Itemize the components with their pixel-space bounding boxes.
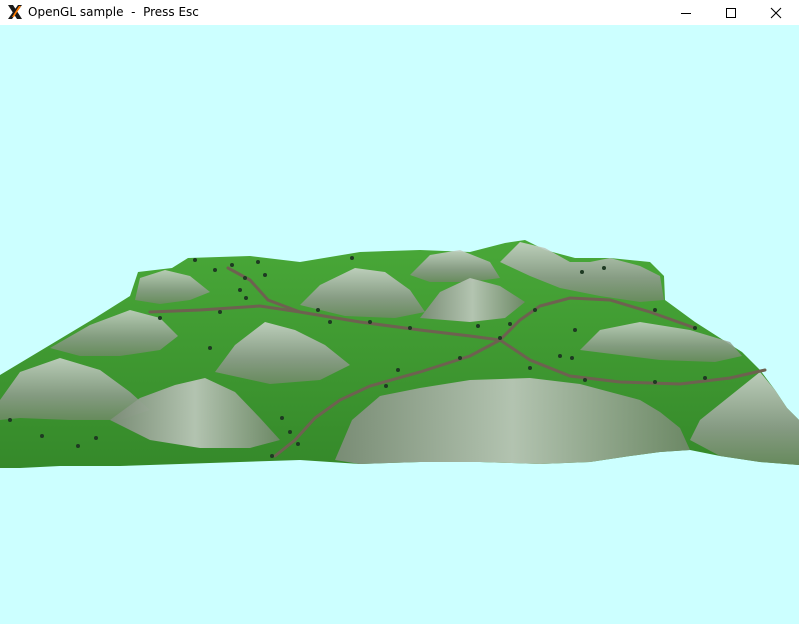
close-icon: [770, 7, 782, 19]
close-button[interactable]: [753, 0, 799, 25]
opengl-viewport[interactable]: [0, 25, 799, 624]
window-title: OpenGL sample - Press Esc: [28, 5, 199, 19]
maximize-button[interactable]: [708, 0, 754, 25]
maximize-icon: [725, 7, 737, 19]
title-bar[interactable]: OpenGL sample - Press Esc: [0, 0, 799, 25]
terrain-scene: [0, 240, 799, 468]
opengl-window: OpenGL sample - Press Esc: [0, 0, 799, 624]
minimize-button[interactable]: [663, 0, 709, 25]
x-window-icon: [7, 4, 23, 20]
minimize-icon: [680, 7, 692, 19]
